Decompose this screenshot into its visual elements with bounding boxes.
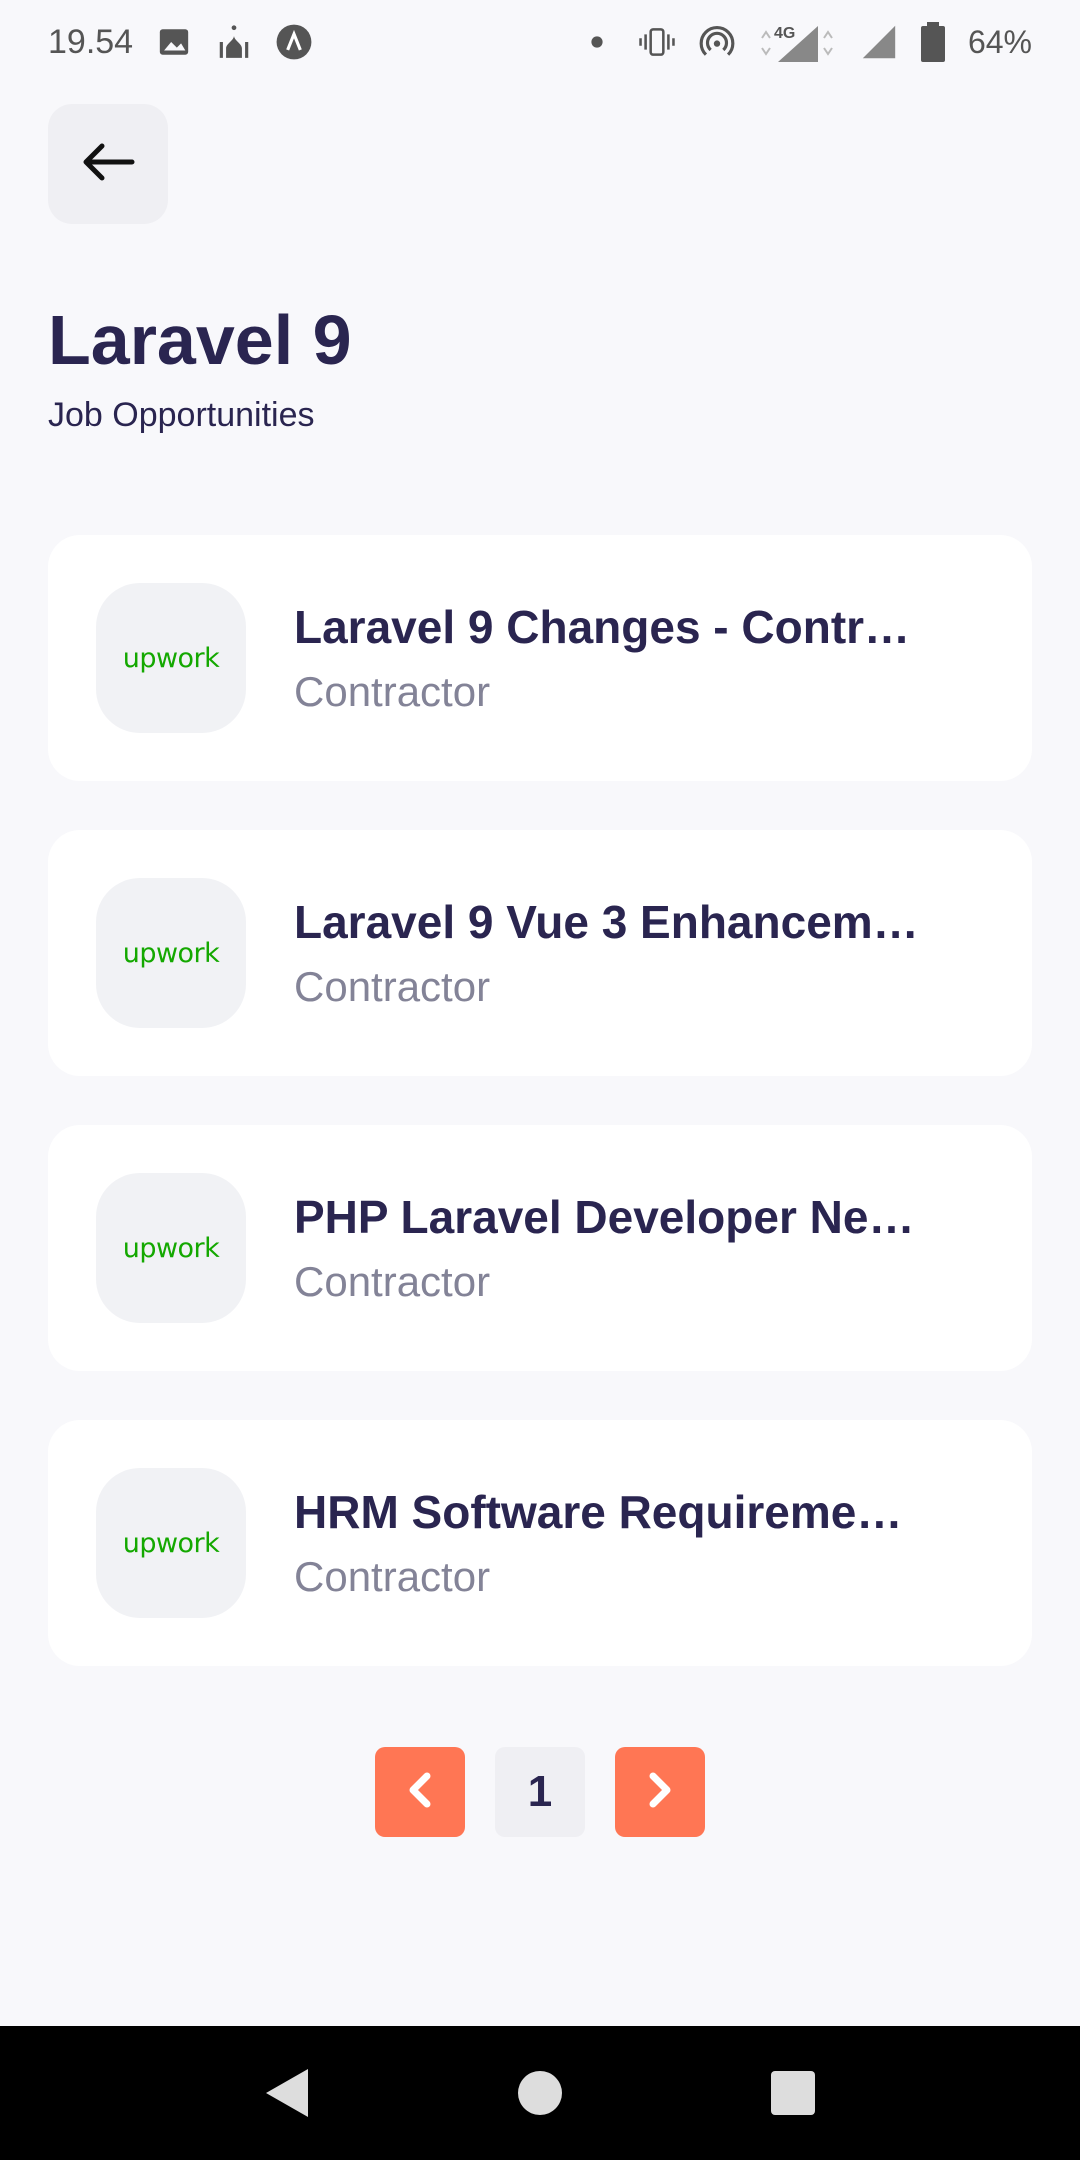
status-bar: 19.54 4G 64%	[0, 0, 1080, 84]
hotspot-icon	[698, 23, 736, 61]
next-page-button[interactable]	[615, 1747, 705, 1837]
battery-percent: 64%	[967, 23, 1032, 60]
company-logo: upwork	[96, 878, 246, 1028]
system-nav-bar	[0, 2026, 1080, 2160]
battery-icon	[920, 22, 946, 62]
svg-text:4G: 4G	[774, 25, 795, 42]
dot-icon	[578, 23, 616, 61]
job-card[interactable]: upwork HRM Software Requireme… Contracto…	[48, 1420, 1032, 1666]
arrow-left-icon	[80, 142, 136, 187]
vibrate-icon	[638, 23, 676, 61]
pagination: 1	[0, 1747, 1080, 1837]
job-type: Contractor	[294, 1258, 491, 1305]
company-logo: upwork	[96, 1173, 246, 1323]
job-type: Contractor	[294, 963, 491, 1010]
company-logo: upwork	[96, 583, 246, 733]
status-left: 19.54	[48, 23, 313, 62]
chevron-right-icon	[643, 1770, 677, 1815]
page-title: Laravel 9	[48, 301, 352, 379]
job-info: Laravel 9 Changes - Contr… Contractor	[294, 600, 934, 716]
mosque-icon	[215, 23, 253, 61]
job-title: PHP Laravel Developer Ne…	[294, 1191, 915, 1243]
status-right: 4G 64%	[578, 22, 1032, 62]
job-title: Laravel 9 Vue 3 Enhancem…	[294, 896, 919, 948]
signal-4g-icon: 4G	[758, 23, 838, 62]
job-info: Laravel 9 Vue 3 Enhancem… Contractor	[294, 895, 934, 1011]
job-type: Contractor	[294, 1553, 491, 1600]
back-button[interactable]	[48, 104, 168, 224]
job-title: HRM Software Requireme…	[294, 1486, 903, 1538]
home-circle-icon[interactable]	[510, 2063, 570, 2123]
job-list: upwork Laravel 9 Changes - Contr… Contra…	[48, 535, 1032, 1715]
upwork-logo: upwork	[122, 1232, 220, 1264]
job-title: Laravel 9 Changes - Contr…	[294, 601, 911, 653]
job-info: HRM Software Requireme… Contractor	[294, 1485, 934, 1601]
job-type: Contractor	[294, 668, 491, 715]
page-subtitle: Job Opportunities	[48, 396, 315, 434]
app-a-icon	[275, 23, 313, 61]
current-page[interactable]: 1	[495, 1747, 585, 1837]
image-icon	[155, 23, 193, 61]
status-time: 19.54	[48, 22, 134, 61]
company-logo: upwork	[96, 1468, 246, 1618]
job-card[interactable]: upwork Laravel 9 Changes - Contr… Contra…	[48, 535, 1032, 781]
upwork-logo: upwork	[122, 1527, 220, 1559]
recents-square-icon[interactable]	[763, 2063, 823, 2123]
back-triangle-icon[interactable]	[257, 2063, 317, 2123]
upwork-logo: upwork	[122, 642, 220, 674]
job-info: PHP Laravel Developer Ne… Contractor	[294, 1190, 934, 1306]
upwork-logo: upwork	[122, 937, 220, 969]
job-card[interactable]: upwork PHP Laravel Developer Ne… Contrac…	[48, 1125, 1032, 1371]
prev-page-button[interactable]	[375, 1747, 465, 1837]
job-card[interactable]: upwork Laravel 9 Vue 3 Enhancem… Contrac…	[48, 830, 1032, 1076]
chevron-left-icon	[403, 1770, 437, 1815]
signal-icon	[860, 23, 898, 61]
